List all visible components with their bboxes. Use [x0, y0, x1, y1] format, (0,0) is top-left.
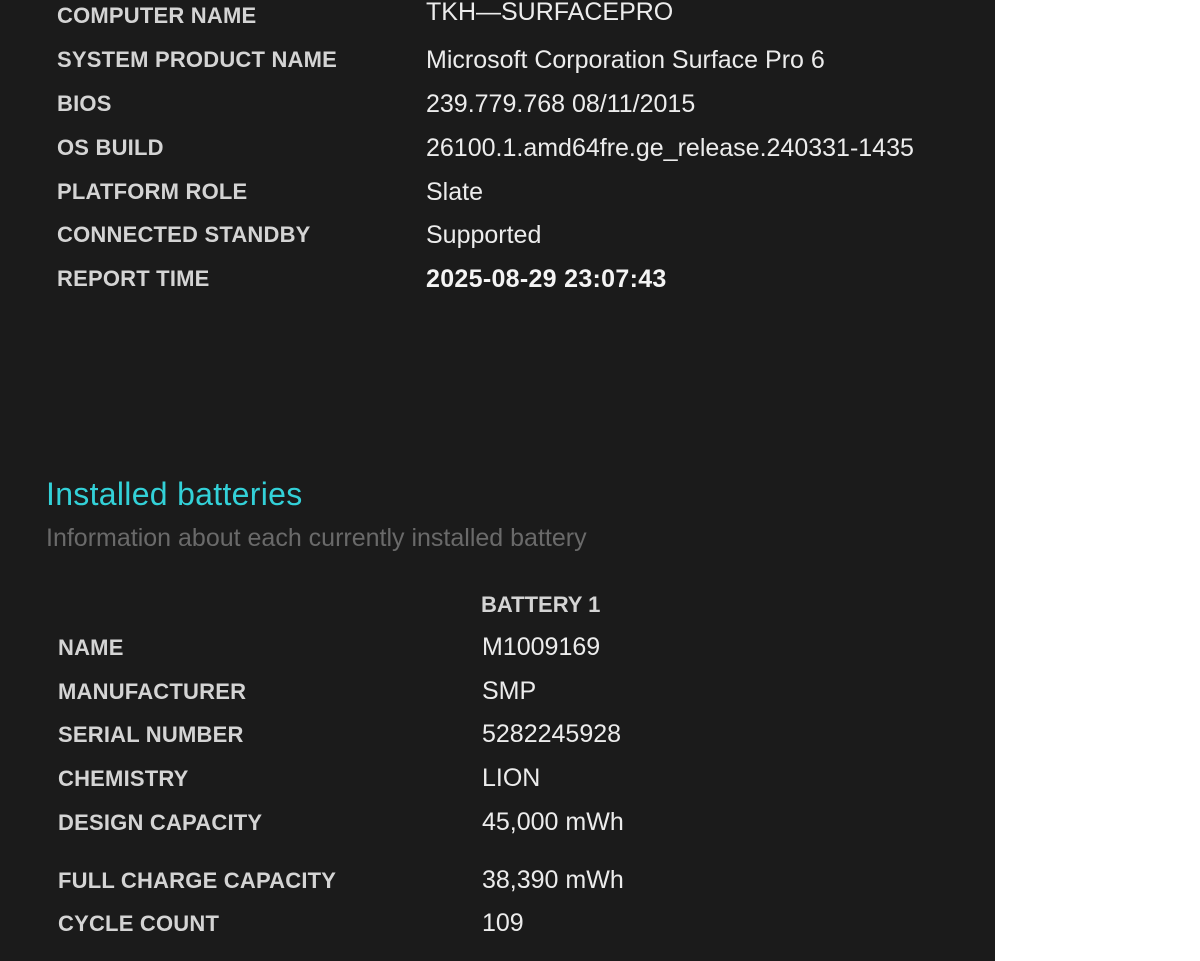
connected-standby-value: Supported [426, 221, 542, 249]
os-build-value: 26100.1.amd64fre.ge_release.240331-1435 [426, 134, 914, 162]
chemistry-label: CHEMISTRY [58, 766, 189, 791]
report-time-label: REPORT TIME [57, 266, 210, 291]
cycle-count-label: CYCLE COUNT [58, 911, 220, 936]
battery-row-chemistry: CHEMISTRY LION [0, 761, 995, 801]
battery-report-panel: COMPUTER NAME TKH—SURFACEPRO SYSTEM PROD… [0, 0, 995, 961]
system-info-row-platform-role: PLATFORM ROLE Slate [0, 176, 995, 216]
system-info-row-computer-name: COMPUTER NAME TKH—SURFACEPRO [0, 0, 995, 40]
chemistry-value: LION [482, 764, 541, 792]
full-charge-capacity-value: 38,390 mWh [482, 866, 624, 894]
battery-row-cycle-count: CYCLE COUNT 109 [0, 906, 995, 946]
bios-value: 239.779.768 08/11/2015 [426, 90, 696, 118]
battery-column-header: BATTERY 1 [481, 592, 601, 617]
cycle-count-value: 109 [482, 909, 524, 937]
platform-role-label: PLATFORM ROLE [57, 179, 248, 204]
manufacturer-value: SMP [482, 677, 537, 705]
platform-role-value: Slate [426, 178, 483, 206]
system-info-row-os-build: OS BUILD 26100.1.amd64fre.ge_release.240… [0, 132, 995, 172]
system-info-row-bios: BIOS 239.779.768 08/11/2015 [0, 88, 995, 128]
battery-name-label: NAME [58, 635, 124, 660]
serial-number-label: SERIAL NUMBER [58, 722, 244, 747]
system-product-name-label: SYSTEM PRODUCT NAME [57, 47, 338, 72]
connected-standby-label: CONNECTED STANDBY [57, 222, 311, 247]
bios-label: BIOS [57, 91, 112, 116]
os-build-label: OS BUILD [57, 135, 164, 160]
battery-name-value: M1009169 [482, 633, 601, 661]
design-capacity-label: DESIGN CAPACITY [58, 810, 263, 835]
system-info-row-report-time: REPORT TIME 2025-08-29 23:07:43 [0, 263, 995, 303]
battery-row-name: NAME M1009169 [0, 630, 995, 670]
battery-row-manufacturer: MANUFACTURER SMP [0, 674, 995, 714]
full-charge-capacity-label: FULL CHARGE CAPACITY [58, 868, 337, 893]
manufacturer-label: MANUFACTURER [58, 679, 247, 704]
report-time-value: 2025-08-29 23:07:43 [426, 265, 667, 293]
section-title-installed-batteries: Installed batteries [46, 476, 303, 512]
battery-row-full-charge-capacity: FULL CHARGE CAPACITY 38,390 mWh [0, 863, 995, 903]
computer-name-value: TKH—SURFACEPRO [426, 0, 674, 26]
design-capacity-value: 45,000 mWh [482, 808, 624, 836]
system-info-row-connected-standby: CONNECTED STANDBY Supported [0, 219, 995, 259]
serial-number-value: 5282245928 [482, 720, 622, 748]
system-info-row-product-name: SYSTEM PRODUCT NAME Microsoft Corporatio… [0, 44, 995, 84]
section-subtitle: Information about each currently install… [46, 524, 587, 552]
system-product-name-value: Microsoft Corporation Surface Pro 6 [426, 46, 825, 74]
computer-name-label: COMPUTER NAME [57, 3, 257, 28]
battery-row-design-capacity: DESIGN CAPACITY 45,000 mWh [0, 805, 995, 845]
battery-row-serial-number: SERIAL NUMBER 5282245928 [0, 717, 995, 757]
